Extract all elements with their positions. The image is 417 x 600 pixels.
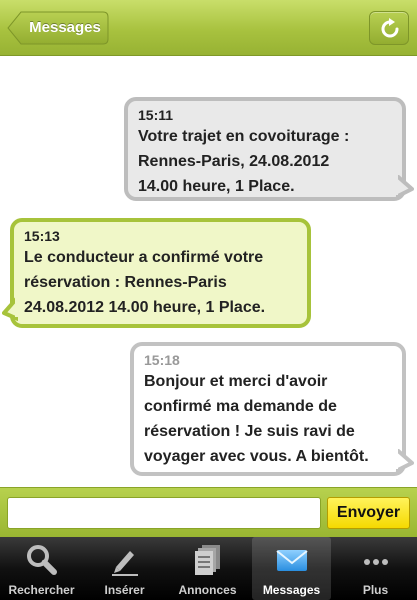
tab-label: Insérer bbox=[104, 583, 145, 597]
message-time: 15:18 bbox=[144, 352, 180, 368]
message-line: 14.00 heure, 1 Place. bbox=[138, 178, 295, 195]
more-dots-icon bbox=[363, 559, 388, 565]
compose-bar: Envoyer bbox=[0, 487, 417, 537]
message-bubble-outgoing: 15:11 Votre trajet en covoiturage : Renn… bbox=[124, 97, 406, 201]
message-line: Votre trajet en covoiturage : bbox=[138, 128, 350, 145]
tab-rechercher[interactable]: Rechercher bbox=[0, 537, 83, 600]
tab-label: Annonces bbox=[178, 583, 237, 597]
message-line: 24.08.2012 14.00 heure, 1 Place. bbox=[24, 299, 266, 316]
message-line: Bonjour et merci d'avoir bbox=[144, 373, 328, 390]
tab-label: Plus bbox=[362, 583, 389, 597]
tab-messages[interactable]: Messages bbox=[252, 537, 331, 600]
send-button[interactable]: Envoyer bbox=[327, 497, 410, 529]
message-input[interactable] bbox=[7, 497, 321, 529]
bubble-tail bbox=[2, 297, 18, 321]
back-button-label: Messages bbox=[29, 19, 101, 36]
message-time: 15:13 bbox=[24, 228, 60, 244]
message-line: Rennes-Paris, 24.08.2012 bbox=[138, 153, 330, 170]
message-time: 15:11 bbox=[138, 107, 174, 123]
tab-bar: Rechercher Insérer Annonces Messages Plu… bbox=[0, 537, 417, 600]
message-bubble-outgoing: 15:18 Bonjour et merci d'avoir confirmé … bbox=[130, 342, 406, 476]
message-line: réservation : Rennes-Paris bbox=[24, 274, 227, 291]
refresh-icon bbox=[381, 18, 399, 38]
message-line: Le conducteur a confirmé votre bbox=[24, 249, 264, 266]
tab-label: Rechercher bbox=[8, 583, 75, 597]
message-bubble-incoming: 15:13 Le conducteur a confirmé votre rés… bbox=[10, 218, 311, 328]
refresh-button[interactable] bbox=[369, 11, 409, 45]
documents-icon bbox=[194, 545, 220, 575]
pencil-icon bbox=[111, 551, 138, 576]
tab-plus[interactable]: Plus bbox=[334, 537, 417, 600]
back-button[interactable]: Messages bbox=[7, 11, 109, 45]
bubble-tail bbox=[396, 175, 414, 199]
tab-inserer[interactable]: Insérer bbox=[83, 537, 166, 600]
message-line: confirmé ma demande de bbox=[144, 398, 337, 415]
search-icon bbox=[26, 545, 57, 575]
navigation-bar: Messages bbox=[0, 0, 417, 56]
message-thread: 15:11 Votre trajet en covoiturage : Renn… bbox=[0, 57, 417, 487]
tab-label: Messages bbox=[262, 583, 321, 597]
bubble-tail bbox=[396, 449, 414, 473]
message-line: réservation ! Je suis ravi de bbox=[144, 423, 355, 440]
tab-annonces[interactable]: Annonces bbox=[166, 537, 249, 600]
envelope-icon bbox=[275, 550, 308, 571]
message-line: voyager avec vous. A bientôt. bbox=[144, 448, 369, 465]
